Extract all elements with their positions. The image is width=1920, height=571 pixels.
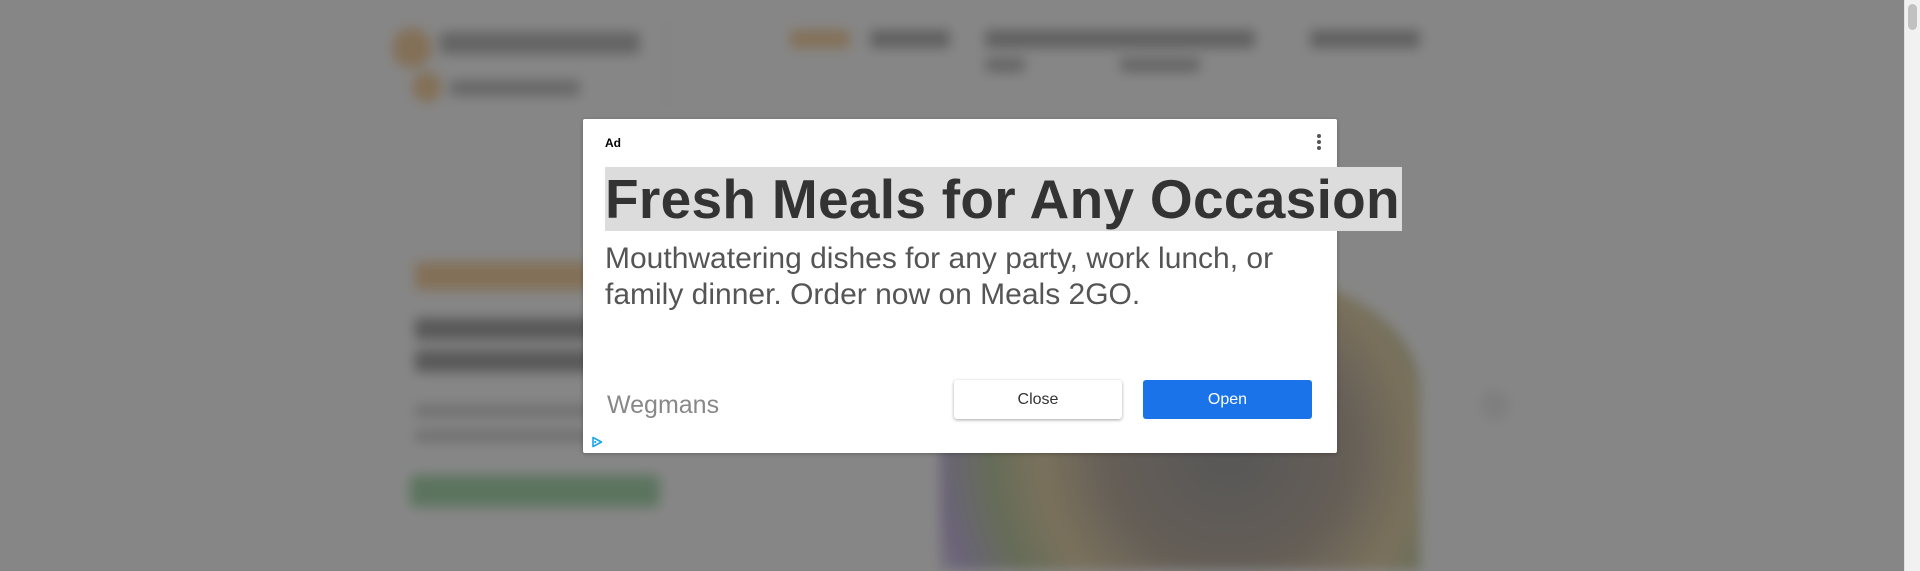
close-button[interactable]: Close [954,380,1122,419]
page-scrollbar[interactable] [1904,0,1920,571]
ad-headline[interactable]: Fresh Meals for Any Occasion [605,167,1402,231]
scrollbar-thumb[interactable] [1908,4,1917,30]
ad-advertiser[interactable]: Wegmans [607,391,719,420]
page: Ad Fresh Meals for Any Occasion Mouthwat… [0,0,1920,571]
adchoices-icon[interactable] [591,436,603,448]
interstitial-ad: Ad Fresh Meals for Any Occasion Mouthwat… [583,119,1402,453]
ad-label: Ad [605,136,621,150]
open-button[interactable]: Open [1143,380,1312,419]
ad-body[interactable]: Mouthwatering dishes for any party, work… [605,241,1305,313]
more-vertical-icon[interactable] [1315,134,1323,152]
